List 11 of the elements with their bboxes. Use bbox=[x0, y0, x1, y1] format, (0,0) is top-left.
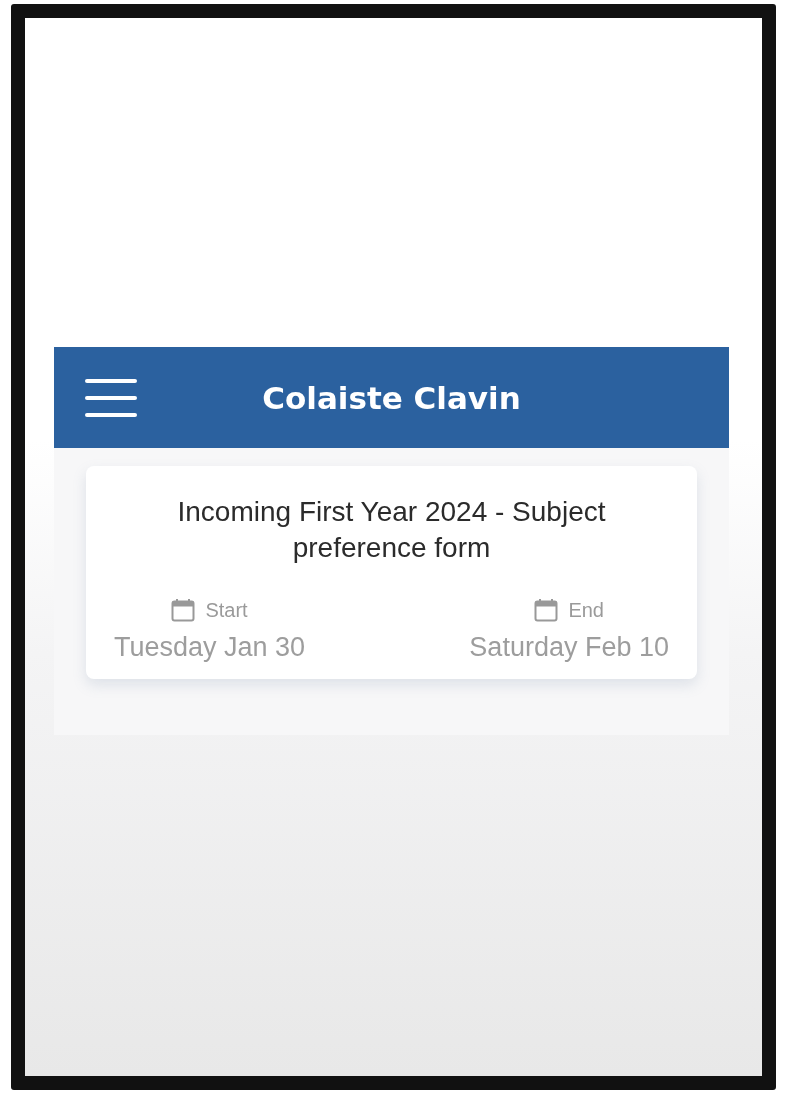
date-value: Saturday Feb 10 bbox=[469, 632, 669, 663]
app-title: Colaiste Clavin bbox=[262, 379, 521, 416]
calendar-icon bbox=[534, 598, 559, 622]
date-label: Start bbox=[205, 598, 248, 622]
date-value: Tuesday Jan 30 bbox=[114, 632, 306, 663]
form-card[interactable]: Incoming First Year 2024 - Subject preference form Start Tuesday Jan 30 End Saturday Feb 10 bbox=[86, 466, 697, 679]
date-label: End bbox=[568, 598, 604, 622]
calendar-icon bbox=[171, 598, 196, 622]
menu-button[interactable] bbox=[85, 377, 137, 418]
menu-icon bbox=[85, 377, 137, 418]
form-title: Incoming First Year 2024 - Subject preference form bbox=[176, 495, 607, 565]
